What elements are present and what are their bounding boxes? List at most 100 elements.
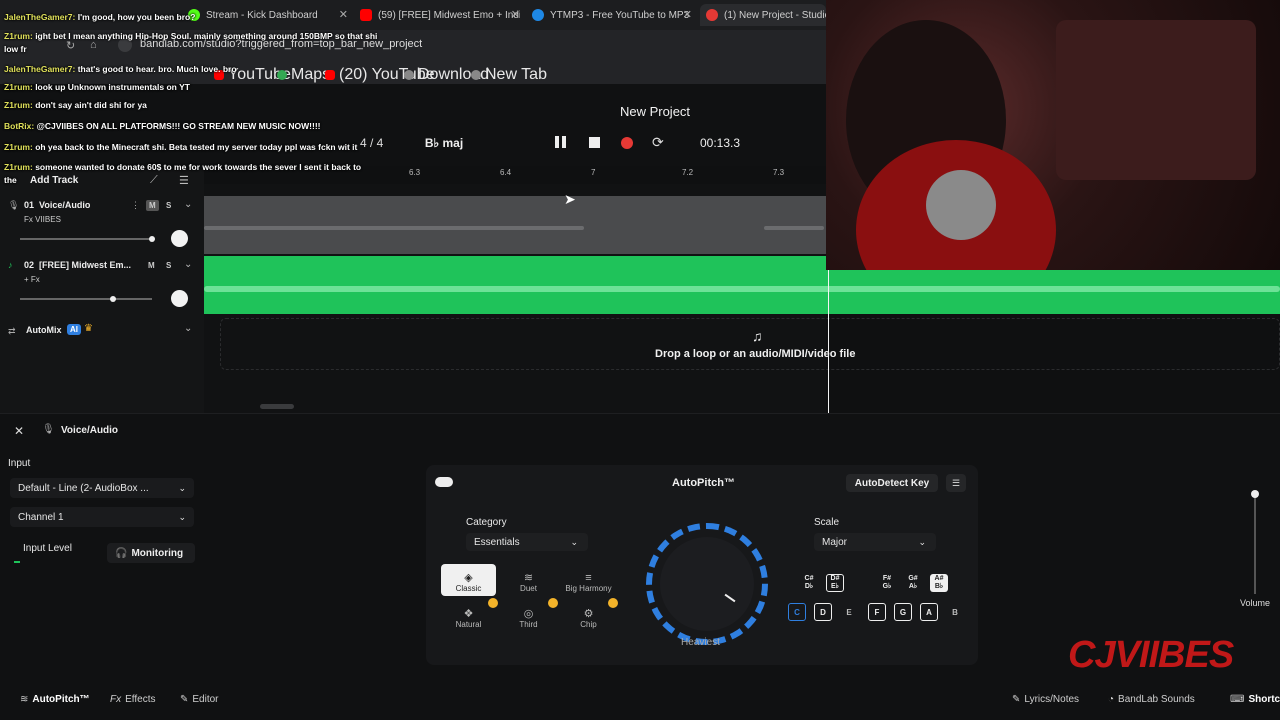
power-toggle[interactable]	[435, 477, 453, 487]
fader-handle[interactable]	[149, 236, 155, 242]
ruler-tick: 7.2	[682, 168, 694, 177]
solo-button[interactable]: S	[166, 261, 171, 270]
pause-icon-bar	[562, 136, 566, 148]
more-icon[interactable]: ⋮	[131, 200, 140, 211]
pan-knob[interactable]	[171, 290, 188, 307]
volume-slider[interactable]	[1254, 494, 1256, 594]
horizontal-scrollbar[interactable]	[260, 404, 294, 409]
wand-icon[interactable]: ⟋	[150, 174, 158, 187]
note-c-sharp[interactable]: C# D♭	[800, 574, 818, 592]
classic-icon: ◈	[464, 572, 473, 584]
tab-lyrics-notes[interactable]: ✎ Lyrics/Notes	[1012, 694, 1079, 705]
solo-button[interactable]: S	[166, 201, 171, 210]
chevron-down-icon: ⌄	[918, 536, 926, 547]
track-2-fx[interactable]: + Fx	[24, 275, 40, 284]
autopitch-icon: ≋	[20, 694, 29, 705]
tab-new-project[interactable]: (1) New Project - Studio	[700, 4, 826, 26]
stop-button[interactable]	[589, 137, 600, 148]
tab-shortcuts[interactable]: ⌨ Shortcuts	[1230, 694, 1280, 705]
track-1-fx[interactable]: Fx VIIBES	[24, 215, 61, 224]
monitoring-button[interactable]: 🎧 Monitoring	[107, 543, 195, 563]
time-signature[interactable]: 4 / 4	[360, 136, 383, 150]
chevron-down-icon[interactable]: ⌄	[184, 259, 192, 270]
preset-classic[interactable]: ◈ Classic	[441, 564, 496, 596]
webcam-overlay	[826, 0, 1280, 270]
track-2-name[interactable]: 02 [FREE] Midwest Em...	[24, 260, 131, 270]
natural-icon: ❖	[463, 608, 474, 620]
correction-knob[interactable]	[660, 537, 754, 631]
settings-sliders-icon[interactable]: ☰	[179, 174, 189, 187]
tab-midwest-emo[interactable]: (59) [FREE] Midwest Emo + Indi ✕	[360, 4, 520, 26]
autodetect-key-button[interactable]: AutoDetect Key	[846, 474, 938, 492]
loop-button[interactable]: ⟳	[652, 134, 664, 151]
input-level-label: Input Level	[23, 543, 72, 554]
mute-button[interactable]: M	[146, 200, 159, 211]
preset-label: Big Harmony	[565, 584, 612, 593]
pan-knob[interactable]	[171, 230, 188, 247]
pencil-icon: ✎	[1012, 694, 1021, 705]
youtube-icon	[360, 9, 372, 21]
voice-audio-clip[interactable]	[204, 196, 826, 254]
note-d-sharp[interactable]: D# E♭	[826, 574, 844, 592]
close-icon[interactable]: ✕	[511, 8, 520, 21]
note-label: B♭	[934, 583, 944, 590]
chevron-down-icon: ⌄	[570, 536, 578, 547]
close-icon[interactable]: ✕	[339, 8, 348, 21]
drop-zone[interactable]	[220, 318, 1280, 370]
chat-text: ight bet I mean anything Hip-Hop Soul. m…	[35, 31, 378, 41]
note-e[interactable]: E	[840, 603, 858, 621]
volume-handle[interactable]	[1251, 490, 1259, 498]
note-a-sharp[interactable]: A# B♭	[930, 574, 948, 592]
volume-fader[interactable]	[20, 238, 152, 240]
webcam-microphone	[926, 170, 996, 240]
bookmark-new-tab[interactable]: New Tab	[471, 66, 547, 84]
add-track-button[interactable]: Add Track	[30, 175, 78, 186]
automix-label[interactable]: AutoMix	[26, 325, 62, 335]
key-button[interactable]: B♭ maj	[418, 134, 470, 152]
note-label: D#	[830, 575, 840, 582]
input-device-select[interactable]: Default - Line (2- AudioBox ... ⌄	[10, 478, 194, 498]
tab-kick-dashboard[interactable]: Stream - Kick Dashboard ✕	[188, 4, 348, 26]
chat-user: JalenTheGamer7:	[4, 12, 76, 22]
tab-effects[interactable]: Fx Effects	[110, 694, 156, 705]
fader-handle[interactable]	[110, 296, 116, 302]
channel-select[interactable]: Channel 1 ⌄	[10, 507, 194, 527]
chevron-down-icon[interactable]: ⌄	[184, 323, 192, 334]
chevron-down-icon[interactable]: ⌄	[184, 199, 192, 210]
record-button[interactable]	[621, 137, 633, 149]
bookmark-maps[interactable]: Maps	[277, 66, 330, 84]
category-select[interactable]: Essentials ⌄	[466, 533, 588, 551]
tab-ytmp3[interactable]: YTMP3 - Free YouTube to MP3 ✕	[532, 4, 692, 26]
chat-user: Z1rum:	[4, 162, 33, 172]
tab-label: Shortcuts	[1248, 694, 1280, 705]
playhead[interactable]	[828, 256, 829, 413]
note-g[interactable]: G	[894, 603, 912, 621]
note-b[interactable]: B	[946, 603, 964, 621]
chevron-down-icon: ⌄	[178, 482, 186, 493]
pause-button[interactable]	[555, 136, 569, 150]
preset-duet[interactable]: ≋ Duet	[501, 564, 556, 596]
mouse-cursor-icon: ➤	[564, 191, 576, 207]
mute-button[interactable]: M	[148, 261, 155, 270]
settings-sliders-icon[interactable]: ☰	[946, 474, 966, 492]
close-icon[interactable]: ✕	[683, 8, 692, 21]
note-f-sharp[interactable]: F# G♭	[878, 574, 896, 592]
scale-select[interactable]: Major ⌄	[814, 533, 936, 551]
track-1-name[interactable]: 01 Voice/Audio	[24, 200, 90, 210]
tab-editor[interactable]: ✎ Editor	[180, 694, 219, 705]
close-icon[interactable]: ✕	[14, 424, 24, 438]
note-a[interactable]: A	[920, 603, 938, 621]
pause-icon	[555, 136, 559, 148]
select-value: Channel 1	[18, 511, 64, 523]
tab-bandlab-sounds[interactable]: ◔ BandLab Sounds	[1108, 694, 1195, 705]
volume-fader[interactable]	[20, 298, 152, 300]
preset-big-harmony[interactable]: ≡ Big Harmony	[561, 564, 616, 596]
project-title[interactable]: New Project	[600, 104, 710, 119]
note-g-sharp[interactable]: G# A♭	[904, 574, 922, 592]
mic-icon: 🎙	[42, 424, 55, 435]
keyboard-icon: ⌨	[1230, 694, 1245, 705]
tab-autopitch[interactable]: ≋ AutoPitch™	[20, 694, 90, 705]
note-d[interactable]: D	[814, 603, 832, 621]
note-c[interactable]: C	[788, 603, 806, 621]
note-f[interactable]: F	[868, 603, 886, 621]
